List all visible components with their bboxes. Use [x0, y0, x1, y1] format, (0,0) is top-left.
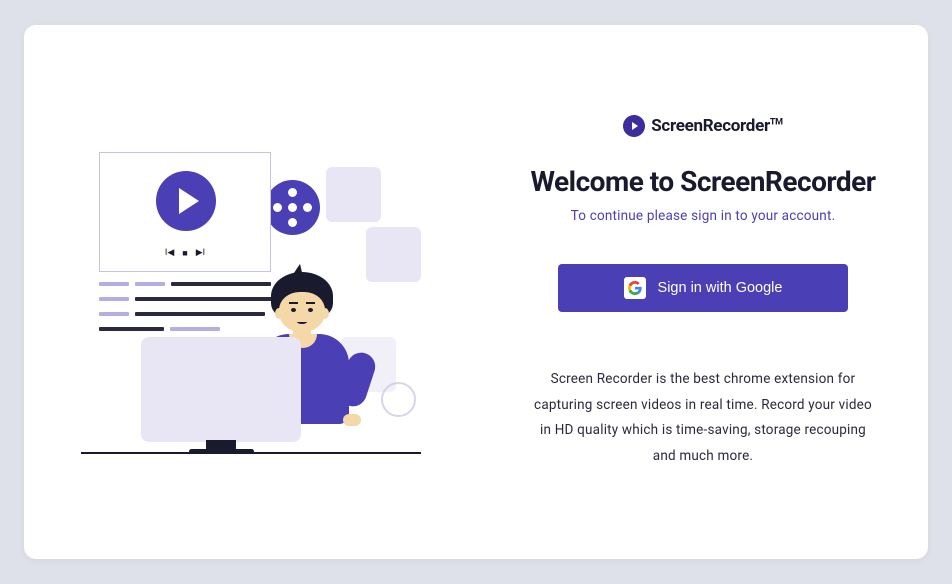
page-title: Welcome to ScreenRecorder — [530, 165, 875, 198]
logo-play-icon — [623, 115, 645, 137]
play-icon — [156, 171, 216, 231]
video-player-illustration: I◀■▶I — [99, 152, 271, 272]
decorative-square — [326, 167, 381, 222]
signin-card: I◀■▶I — [24, 25, 928, 559]
film-reel-icon — [265, 180, 320, 235]
google-icon — [624, 277, 646, 299]
logo-text: ScreenRecorderTM — [651, 116, 783, 136]
illustration-panel: I◀■▶I — [24, 25, 478, 559]
signin-panel: ScreenRecorderTM Welcome to ScreenRecord… — [478, 25, 928, 559]
product-description: Screen Recorder is the best chrome exten… — [518, 367, 888, 470]
small-reel-icon — [381, 382, 416, 417]
player-controls-illustration: I◀■▶I — [100, 248, 270, 259]
page-subtitle: To continue please sign in to your accou… — [571, 208, 836, 224]
product-logo: ScreenRecorderTM — [623, 115, 783, 137]
google-signin-label: Sign in with Google — [658, 280, 783, 296]
google-signin-button[interactable]: Sign in with Google — [558, 264, 848, 312]
monitor-illustration — [141, 337, 301, 442]
hero-illustration: I◀■▶I — [81, 132, 421, 452]
